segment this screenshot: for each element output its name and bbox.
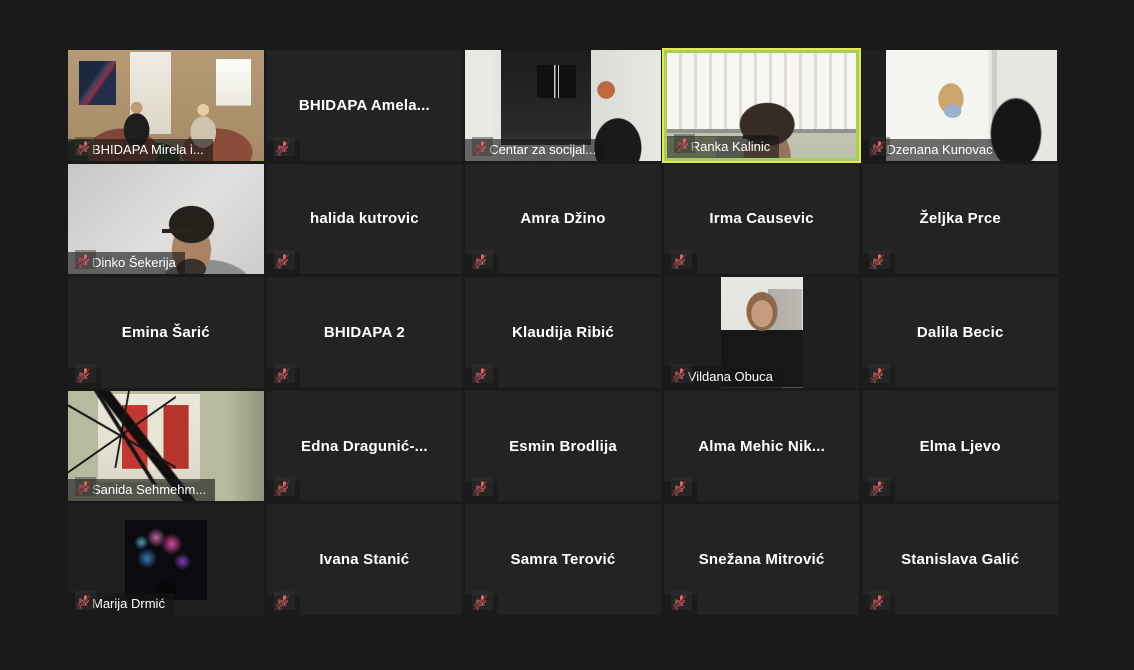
participant-name: Dinko Šekerija xyxy=(92,255,176,270)
participant-tile[interactable]: BHIDAPA Mirela i... xyxy=(68,50,264,161)
participant-tile[interactable]: Klaudija Ribić xyxy=(465,277,661,388)
muted-indicator xyxy=(671,591,692,610)
muted-indicator xyxy=(869,591,890,610)
participant-tile[interactable]: Snežana Mitrović xyxy=(664,504,860,615)
muted-indicator xyxy=(869,477,890,496)
muted-indicator xyxy=(671,250,692,269)
mic-off-icon xyxy=(476,253,489,266)
muted-indicator xyxy=(869,137,890,156)
mic-off-icon xyxy=(678,137,691,150)
muted-indicator xyxy=(274,591,295,610)
participant-tile[interactable]: halida kutrovic xyxy=(267,164,463,275)
mic-off-icon xyxy=(873,594,886,607)
mic-off-icon xyxy=(278,253,291,266)
mic-off-icon xyxy=(476,367,489,380)
muted-indicator xyxy=(75,364,96,383)
participant-tile[interactable]: BHIDAPA 2 xyxy=(267,277,463,388)
participant-tile[interactable]: Alma Mehic Nik... xyxy=(664,391,860,502)
mic-off-icon xyxy=(675,594,688,607)
participant-tile[interactable]: Stanislava Galić xyxy=(862,504,1058,615)
mic-off-icon xyxy=(278,367,291,380)
participant-tile[interactable]: BHIDAPA Amela... xyxy=(267,50,463,161)
participant-name: Ranka Kalinic xyxy=(691,139,771,154)
mic-off-icon xyxy=(278,594,291,607)
mic-off-icon xyxy=(476,140,489,153)
mic-off-icon xyxy=(873,140,886,153)
participant-grid: BHIDAPA Mirela i... BHIDAPA Amela... xyxy=(68,50,1058,615)
participant-tile[interactable]: Esmin Brodlija xyxy=(465,391,661,502)
muted-indicator xyxy=(75,591,96,610)
muted-indicator xyxy=(75,250,96,269)
muted-indicator xyxy=(671,364,692,383)
muted-indicator xyxy=(869,364,890,383)
mic-off-icon xyxy=(476,480,489,493)
participant-name: Dzenana Kunovac xyxy=(886,142,992,157)
participant-tile[interactable]: Ivana Stanić xyxy=(267,504,463,615)
mic-off-icon xyxy=(873,253,886,266)
mic-off-icon xyxy=(278,140,291,153)
muted-indicator xyxy=(472,477,493,496)
participant-tile[interactable]: Dinko Šekerija xyxy=(68,164,264,275)
muted-indicator xyxy=(274,250,295,269)
mic-off-icon xyxy=(79,367,92,380)
muted-indicator xyxy=(75,477,96,496)
participant-tile[interactable]: Željka Prce xyxy=(862,164,1058,275)
mic-off-icon xyxy=(79,594,92,607)
participant-tile[interactable]: Irma Causevic xyxy=(664,164,860,275)
avatar-image xyxy=(125,520,207,600)
muted-indicator xyxy=(472,364,493,383)
muted-indicator xyxy=(274,137,295,156)
participant-tile[interactable]: Emina Šarić xyxy=(68,277,264,388)
muted-indicator xyxy=(472,137,493,156)
mic-off-icon xyxy=(675,367,688,380)
muted-indicator xyxy=(274,364,295,383)
participant-tile[interactable]: Vildana Obuca xyxy=(664,277,860,388)
participant-tile[interactable]: Dalila Becic xyxy=(862,277,1058,388)
participant-tile[interactable]: Ranka Kalinic xyxy=(664,50,860,161)
muted-indicator xyxy=(674,134,695,153)
muted-indicator xyxy=(472,591,493,610)
muted-indicator xyxy=(869,250,890,269)
mic-off-icon xyxy=(79,140,92,153)
participant-tile[interactable]: Marija Drmić xyxy=(68,504,264,615)
mic-off-icon xyxy=(873,367,886,380)
participant-tile[interactable]: Samra Terović xyxy=(465,504,661,615)
participant-tile[interactable]: Elma Ljevo xyxy=(862,391,1058,502)
muted-indicator xyxy=(75,137,96,156)
mic-off-icon xyxy=(873,480,886,493)
participant-tile[interactable]: Centar za socijal... xyxy=(465,50,661,161)
muted-indicator xyxy=(274,477,295,496)
mic-off-icon xyxy=(79,253,92,266)
participant-name: Vildana Obuca xyxy=(688,369,773,384)
participant-name: Marija Drmić xyxy=(92,596,165,611)
participant-tile[interactable]: Edna Dragunić-... xyxy=(267,391,463,502)
participant-tile[interactable]: Dzenana Kunovac xyxy=(862,50,1058,161)
participant-tile[interactable]: Sanida Sehmehm... xyxy=(68,391,264,502)
participant-name: Sanida Sehmehm... xyxy=(92,482,206,497)
participant-name: Centar za socijal... xyxy=(489,142,596,157)
mic-off-icon xyxy=(476,594,489,607)
participant-name: BHIDAPA Mirela i... xyxy=(92,142,204,157)
muted-indicator xyxy=(671,477,692,496)
muted-indicator xyxy=(472,250,493,269)
participant-tile[interactable]: Amra Džino xyxy=(465,164,661,275)
mic-off-icon xyxy=(278,480,291,493)
mic-off-icon xyxy=(675,480,688,493)
mic-off-icon xyxy=(675,253,688,266)
meeting-window: { "app": { "view": "gallery", "backgroun… xyxy=(0,0,1134,670)
mic-off-icon xyxy=(79,480,92,493)
